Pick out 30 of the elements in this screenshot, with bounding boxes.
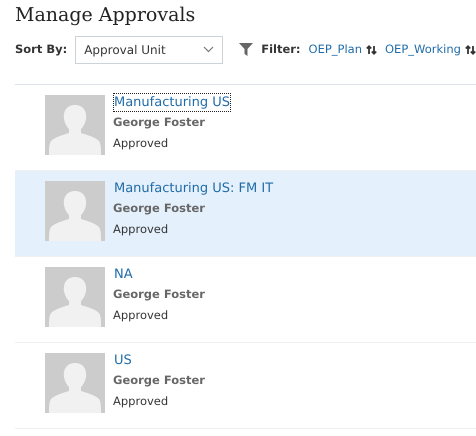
avatar-icon: [45, 180, 105, 241]
owner-name: George Foster: [113, 286, 205, 303]
approval-row[interactable]: US George Foster Approved: [15, 342, 476, 429]
sort-label: Sort By:: [15, 41, 68, 58]
filter-label: Filter:: [261, 41, 301, 58]
filter-link[interactable]: OEP_Working: [385, 41, 461, 58]
status-text: Approved: [113, 221, 170, 238]
approval-row[interactable]: Manufacturing US: FM IT George Foster Approved: [15, 170, 476, 257]
approval-unit-link[interactable]: Manufacturing US: [113, 92, 232, 112]
approval-unit-link[interactable]: US: [113, 350, 133, 370]
avatar-icon: [45, 266, 105, 327]
chevron-icon: [203, 46, 214, 54]
sort-icon[interactable]: [366, 44, 377, 55]
avatar-icon: [45, 94, 105, 155]
approval-unit-link[interactable]: Manufacturing US: FM IT: [113, 178, 274, 198]
filter-icon[interactable]: [239, 43, 254, 56]
status-text: Approved: [113, 307, 170, 324]
status-text: Approved: [113, 393, 170, 410]
owner-name: George Foster: [113, 372, 205, 389]
page-title: Manage Approvals: [15, 4, 196, 27]
owner-name: George Foster: [113, 200, 206, 217]
sort-icon[interactable]: [464, 44, 476, 55]
sort-dropdown[interactable]: Approval Unit: [75, 36, 224, 64]
approval-unit-link[interactable]: NA: [113, 264, 134, 284]
approval-row[interactable]: NA George Foster Approved: [15, 256, 476, 343]
filter-link[interactable]: OEP_Plan: [308, 41, 362, 58]
approval-row[interactable]: Manufacturing US George Foster Approved: [15, 84, 476, 171]
avatar-icon: [45, 352, 105, 413]
status-text: Approved: [113, 135, 170, 152]
owner-name: George Foster: [113, 114, 206, 131]
